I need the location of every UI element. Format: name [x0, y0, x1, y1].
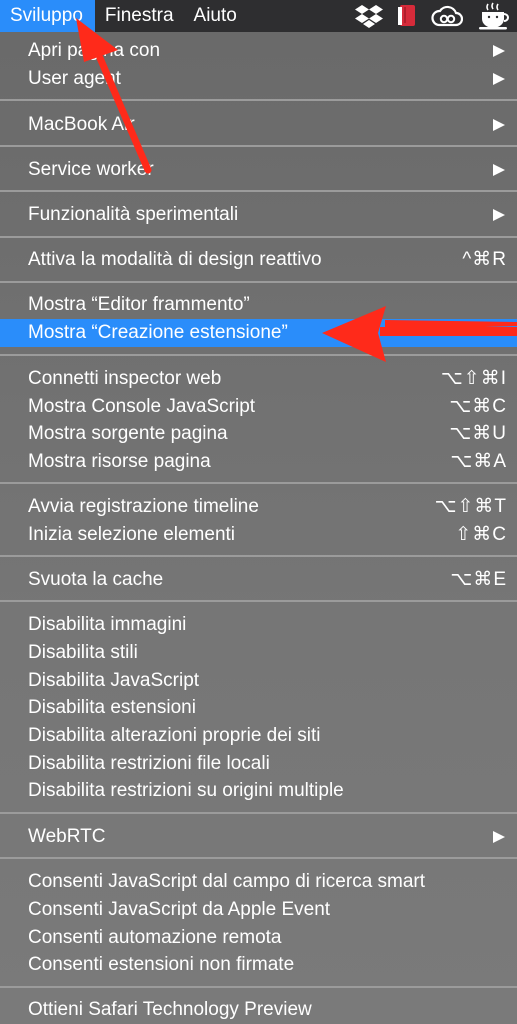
menu-item-label: MacBook Air — [28, 114, 135, 135]
menu-item-disabilita-restrizioni-file[interactable]: Disabilita restrizioni file locali — [0, 750, 517, 778]
menu-item-label: Mostra “Creazione estensione” — [28, 322, 288, 343]
menu-item-service-worker[interactable]: Service worker — [0, 156, 517, 184]
red-book-icon[interactable] — [397, 4, 417, 28]
menu-item-label: Service worker — [28, 159, 154, 180]
menubar-item-aiuto[interactable]: Aiuto — [184, 0, 247, 32]
menu-item-funzionalita-sperimentali[interactable]: Funzionalità sperimentali — [0, 201, 517, 229]
menu-item-user-agent[interactable]: User agent — [0, 65, 517, 93]
menu-item-label: User agent — [28, 68, 121, 89]
menu-item-risorse-pagina[interactable]: Mostra risorse pagina ⌥⌘A — [0, 448, 517, 476]
menu-item-shortcut: ⌥⌘C — [449, 396, 507, 417]
menu-separator — [0, 986, 517, 988]
menubar-item-sviluppo[interactable]: Sviluppo — [0, 0, 95, 32]
menu-item-console-javascript[interactable]: Mostra Console JavaScript ⌥⌘C — [0, 393, 517, 421]
creative-cloud-icon[interactable] — [431, 5, 463, 27]
menu-separator — [0, 99, 517, 101]
menu-item-connetti-inspector-web[interactable]: Connetti inspector web ⌥⇧⌘I — [0, 365, 517, 393]
menu-separator — [0, 555, 517, 557]
menu-item-label: Avvia registrazione timeline — [28, 496, 259, 517]
menu-item-shortcut: ⌥⌘E — [450, 569, 507, 590]
menu-item-label: Disabilita restrizioni su origini multip… — [28, 780, 344, 801]
menu-item-label: Disabilita immagini — [28, 614, 187, 635]
menu-item-disabilita-alterazioni[interactable]: Disabilita alterazioni proprie dei siti — [0, 722, 517, 750]
menu-item-label: Connetti inspector web — [28, 368, 222, 389]
menu-item-automazione-remota[interactable]: Consenti automazione remota — [0, 924, 517, 952]
submenu-arrow-icon — [493, 831, 505, 843]
menu-item-editor-frammento[interactable]: Mostra “Editor frammento” — [0, 291, 517, 319]
menu-item-disabilita-restrizioni-origini[interactable]: Disabilita restrizioni su origini multip… — [0, 777, 517, 805]
menu-item-label: Mostra Console JavaScript — [28, 396, 256, 417]
menu-item-label: Apri pagina con — [28, 40, 161, 61]
menu-item-label: Consenti automazione remota — [28, 927, 282, 948]
menu-item-js-ricerca-smart[interactable]: Consenti JavaScript dal campo di ricerca… — [0, 868, 517, 896]
menu-item-disabilita-estensioni[interactable]: Disabilita estensioni — [0, 694, 517, 722]
menu-item-label: Consenti estensioni non firmate — [28, 954, 295, 975]
menu-item-selezione-elementi[interactable]: Inizia selezione elementi ⇧⌘C — [0, 521, 517, 549]
menu-item-creazione-estensione[interactable]: Mostra “Creazione estensione” — [0, 319, 517, 347]
menu-item-label: Funzionalità sperimentali — [28, 204, 239, 225]
menu-item-disabilita-javascript[interactable]: Disabilita JavaScript — [0, 667, 517, 695]
menu-item-label: Disabilita restrizioni file locali — [28, 753, 270, 774]
menu-item-shortcut: ⇧⌘C — [455, 524, 507, 545]
menu-separator — [0, 236, 517, 238]
menu-item-disabilita-immagini[interactable]: Disabilita immagini — [0, 611, 517, 639]
menu-bar: Sviluppo Finestra Aiuto — [0, 0, 517, 32]
menu-item-shortcut: ⌥⇧⌘I — [440, 368, 507, 389]
menu-item-label: Svuota la cache — [28, 569, 164, 590]
menu-separator — [0, 857, 517, 859]
menu-item-sorgente-pagina[interactable]: Mostra sorgente pagina ⌥⌘U — [0, 420, 517, 448]
menu-item-apri-pagina-con[interactable]: Apri pagina con — [0, 37, 517, 65]
menu-item-label: Ottieni Safari Technology Preview — [28, 999, 312, 1020]
menu-item-design-reattivo[interactable]: Attiva la modalità di design reattivo ^⌘… — [0, 246, 517, 274]
menu-separator — [0, 145, 517, 147]
menu-item-label: Disabilita estensioni — [28, 697, 196, 718]
dropbox-icon[interactable] — [355, 4, 383, 28]
coffee-cup-icon[interactable] — [477, 1, 511, 31]
submenu-arrow-icon — [493, 45, 505, 57]
menu-item-estensioni-non-firmate[interactable]: Consenti estensioni non firmate — [0, 951, 517, 979]
submenu-arrow-icon — [493, 119, 505, 131]
menu-item-label: Disabilita stili — [28, 642, 138, 663]
menu-item-registrazione-timeline[interactable]: Avvia registrazione timeline ⌥⇧⌘T — [0, 493, 517, 521]
status-icons — [355, 0, 511, 32]
menu-item-disabilita-stili[interactable]: Disabilita stili — [0, 639, 517, 667]
menu-item-label: Mostra risorse pagina — [28, 451, 211, 472]
menu-item-shortcut: ⌥⇧⌘T — [434, 496, 507, 517]
menu-item-macbook-air[interactable]: MacBook Air — [0, 111, 517, 139]
menu-item-label: Consenti JavaScript dal campo di ricerca… — [28, 871, 426, 892]
menu-separator — [0, 812, 517, 814]
menu-item-label: WebRTC — [28, 826, 106, 847]
menu-item-label: Mostra “Editor frammento” — [28, 294, 250, 315]
menu-separator — [0, 600, 517, 602]
submenu-arrow-icon — [493, 209, 505, 221]
menu-item-safari-technology-preview[interactable]: Ottieni Safari Technology Preview — [0, 996, 517, 1024]
menu-item-label: Attiva la modalità di design reattivo — [28, 249, 322, 270]
menu-item-shortcut: ⌥⌘A — [450, 451, 507, 472]
menu-item-label: Disabilita alterazioni proprie dei siti — [28, 725, 321, 746]
menu-item-label: Consenti JavaScript da Apple Event — [28, 899, 331, 920]
menu-separator — [0, 482, 517, 484]
submenu-arrow-icon — [493, 73, 505, 85]
menu-item-svuota-cache[interactable]: Svuota la cache ⌥⌘E — [0, 566, 517, 594]
menu-item-label: Mostra sorgente pagina — [28, 423, 228, 444]
menu-item-label: Inizia selezione elementi — [28, 524, 236, 545]
menubar-item-finestra[interactable]: Finestra — [95, 0, 184, 32]
sviluppo-dropdown-menu: Apri pagina con User agent MacBook Air S… — [0, 32, 517, 1024]
menu-item-shortcut: ^⌘R — [462, 249, 507, 270]
menu-item-webrtc[interactable]: WebRTC — [0, 823, 517, 851]
menu-separator — [0, 190, 517, 192]
menu-item-label: Disabilita JavaScript — [28, 670, 200, 691]
menu-separator — [0, 354, 517, 356]
menu-item-js-apple-event[interactable]: Consenti JavaScript da Apple Event — [0, 896, 517, 924]
menu-separator — [0, 281, 517, 283]
submenu-arrow-icon — [493, 164, 505, 176]
menu-item-shortcut: ⌥⌘U — [449, 423, 507, 444]
